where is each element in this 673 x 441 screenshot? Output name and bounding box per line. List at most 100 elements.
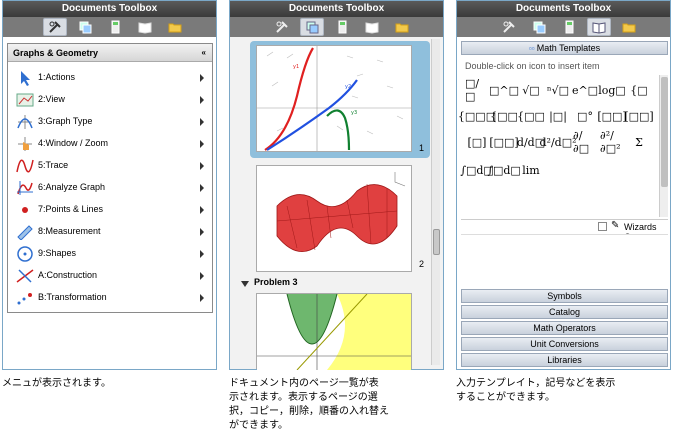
menu-item-analyze-graph[interactable]: 6:Analyze Graph	[8, 178, 212, 198]
templates-scrollbar[interactable]	[659, 75, 668, 217]
tab-scratchpad[interactable]	[103, 18, 127, 36]
row-vector-template[interactable]: [□□]	[624, 105, 653, 127]
folder-icon	[622, 23, 636, 33]
collapse-icon[interactable]: «	[202, 44, 206, 62]
tab-content-explorer[interactable]	[390, 18, 414, 36]
matrix-template[interactable]: [□□]	[489, 131, 518, 153]
folder-icon	[395, 23, 409, 33]
section-symbols[interactable]: Symbols	[461, 289, 668, 303]
menu-item-label: 6:Analyze Graph	[38, 182, 106, 192]
scrollbar-thumb[interactable]	[661, 77, 668, 187]
math-templates-header[interactable]: ▫▫ Math Templates	[461, 41, 668, 55]
nth-root-template[interactable]: ⁿ√□	[546, 79, 570, 101]
absolute-value-template[interactable]: |□|	[546, 105, 570, 127]
menu-item-window-zoom[interactable]: 4:Window / Zoom	[8, 134, 212, 154]
caption-line: することができます。	[456, 392, 555, 403]
limit-template[interactable]: lim	[519, 159, 543, 181]
svg-text:y3: y3	[351, 110, 357, 116]
menu-item-measurement[interactable]: 8:Measurement	[8, 222, 212, 242]
tab-utilities[interactable]	[133, 18, 157, 36]
inequality-graph-preview-image	[257, 293, 411, 371]
piecewise-3-template[interactable]: {□□□	[458, 105, 496, 127]
menu-item-construction[interactable]: A:Construction	[8, 266, 212, 286]
template-preview-area	[461, 234, 668, 286]
tab-tools[interactable]	[270, 18, 294, 36]
section-libraries[interactable]: Libraries	[461, 353, 668, 367]
page-thumbnail-problem-3[interactable]	[256, 293, 412, 371]
wizards-row: ✎ Wizards On	[461, 219, 668, 242]
submenu-arrow-icon	[200, 294, 204, 302]
tab-page-sorter[interactable]	[300, 18, 324, 36]
partial-derivative-template[interactable]: ∂/∂□	[573, 129, 597, 155]
tab-utilities[interactable]	[587, 18, 611, 36]
menu-item-label: 7:Points & Lines	[38, 204, 104, 214]
vertical-scrollbar[interactable]	[431, 39, 440, 365]
page-thumbnail-list[interactable]: y1 y2 y3 1 2 Problem 3	[230, 37, 443, 371]
book-icon	[138, 22, 152, 34]
tab-tools[interactable]	[497, 18, 521, 36]
problem-label[interactable]: Problem 3	[254, 277, 298, 287]
menu-item-trace[interactable]: 5:Trace	[8, 156, 212, 176]
surface-plot-preview-image	[276, 172, 406, 253]
submenu-arrow-icon	[200, 228, 204, 236]
book-icon	[365, 22, 379, 34]
tab-page-sorter[interactable]	[527, 18, 551, 36]
scrollbar-thumb[interactable]	[433, 229, 440, 255]
wizards-checkbox[interactable]	[598, 222, 607, 231]
section-unit-conversions[interactable]: Unit Conversions	[461, 337, 668, 351]
section-catalog[interactable]: Catalog	[461, 305, 668, 319]
calculator-icon	[111, 20, 120, 34]
dms-template[interactable]: □°	[573, 105, 597, 127]
math-templates-icon: ▫▫	[528, 44, 537, 53]
e-exponent-template[interactable]: e^□	[572, 79, 598, 101]
menu-item-graph-type[interactable]: 3:Graph Type	[8, 112, 212, 132]
tab-scratchpad[interactable]	[330, 18, 354, 36]
tab-utilities[interactable]	[360, 18, 384, 36]
fraction-template[interactable]: □/□	[465, 77, 489, 103]
tab-content-explorer[interactable]	[163, 18, 187, 36]
system-2-template[interactable]: {□□	[490, 105, 518, 127]
menu-item-actions[interactable]: 1:Actions	[8, 68, 212, 88]
piecewise-template[interactable]: {□	[627, 79, 651, 101]
indefinite-integral-template[interactable]: ∫□d□	[487, 159, 521, 181]
page-sorter-icon	[306, 21, 319, 34]
menu-item-label: 4:Window / Zoom	[38, 138, 109, 148]
tab-content-explorer[interactable]	[617, 18, 641, 36]
menu-item-view[interactable]: 2:View	[8, 90, 212, 110]
page-sorter-icon	[533, 21, 546, 34]
tab-page-sorter[interactable]	[73, 18, 97, 36]
menu-item-shapes[interactable]: 9:Shapes	[8, 244, 212, 264]
menu-item-transformation[interactable]: B:Transformation	[8, 288, 212, 308]
exponent-template[interactable]: □^□	[489, 79, 519, 101]
submenu-arrow-icon	[200, 206, 204, 214]
definite-integral-template[interactable]: ∫□d□	[460, 159, 494, 181]
magic-wand-icon: ✎	[611, 220, 620, 231]
section-math-operators[interactable]: Math Operators	[461, 321, 668, 335]
tab-tools[interactable]	[43, 18, 67, 36]
submenu-arrow-icon	[200, 74, 204, 82]
toolbox-panel-sorter: Documents Toolbox y1 y2 y3 1 2 Problem 3	[229, 0, 444, 371]
log-template[interactable]: log□	[598, 79, 626, 101]
second-derivative-template[interactable]: d²/d□²	[540, 131, 577, 153]
second-partial-template[interactable]: ∂²/∂□²	[600, 129, 624, 155]
section-label: Catalog	[548, 307, 581, 317]
caption-line: ができます。	[229, 420, 288, 431]
system-template[interactable]: {□□	[517, 105, 545, 127]
page-thumbnail-1[interactable]: y1 y2 y3	[256, 45, 412, 152]
toolbox-tab-bar	[457, 17, 670, 37]
tools-icon	[503, 21, 515, 33]
calculator-icon	[338, 20, 347, 34]
page-thumbnail-2[interactable]	[256, 165, 412, 272]
menu-item-label: 5:Trace	[38, 160, 69, 170]
sum-template[interactable]: Σ	[627, 131, 651, 153]
caption-line: 択，コピー，削除，順番の入れ替え	[229, 406, 389, 417]
menu-item-points-lines[interactable]: 7:Points & Lines	[8, 200, 212, 220]
toolbox-tab-bar	[230, 17, 443, 37]
matrix-2x2-template[interactable]: [□□]	[597, 105, 626, 127]
menu-header[interactable]: Graphs & Geometry «	[8, 44, 212, 62]
caption-line: 入力テンプレイト，記号などを表示	[456, 378, 616, 389]
tab-scratchpad[interactable]	[557, 18, 581, 36]
square-root-template[interactable]: √□	[519, 79, 543, 101]
expand-triangle-icon[interactable]	[241, 281, 249, 287]
column-vector-template[interactable]: [□]	[465, 131, 489, 153]
